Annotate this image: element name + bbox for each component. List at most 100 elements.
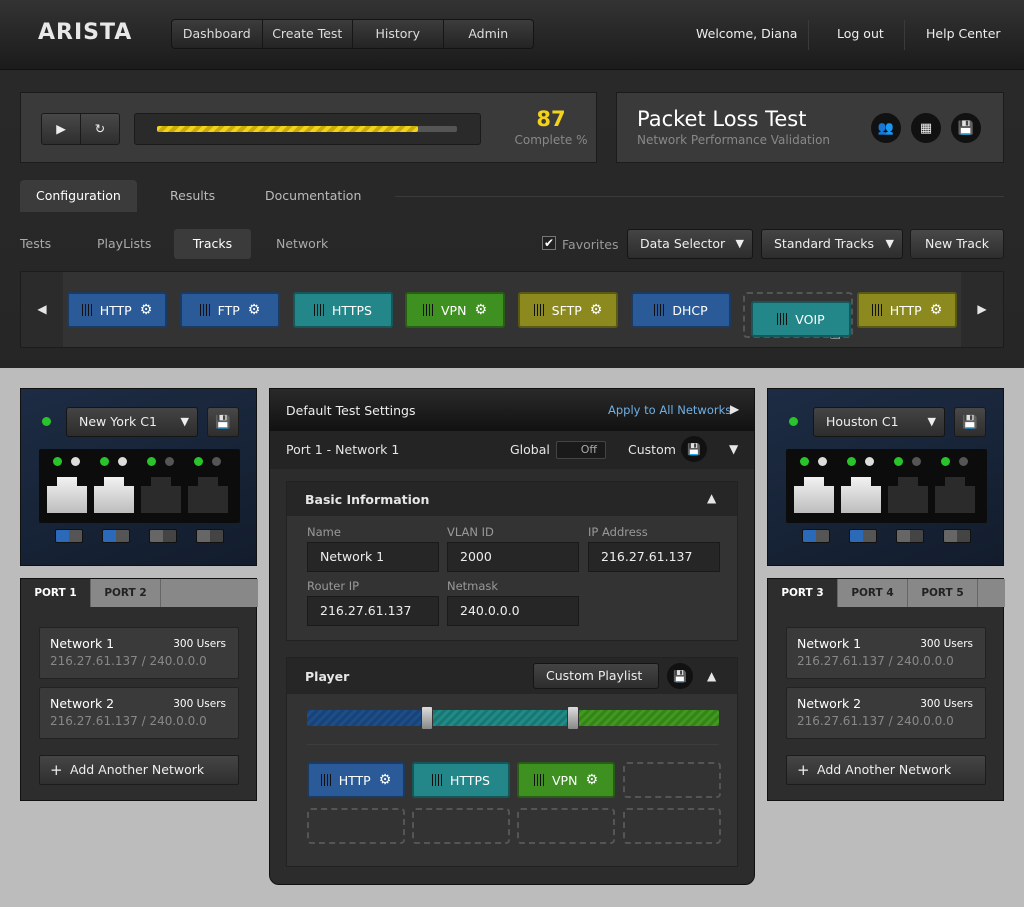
reset-button[interactable]: ↻ [80,113,120,145]
subtab-tests[interactable]: Tests [20,229,51,259]
port-tab-4[interactable]: PORT 4 [838,579,908,607]
port-switch[interactable] [849,529,877,543]
track-chip[interactable]: VPN ⚙ [405,292,505,328]
track-chip[interactable]: HTTPS [293,292,393,328]
tab-results[interactable]: Results [154,180,231,212]
subtab-network[interactable]: Network [276,229,328,259]
player-track-chip[interactable]: HTTP ⚙ [307,762,405,798]
save-test-button[interactable]: 💾 [951,113,981,143]
port-switch[interactable] [802,529,830,543]
gear-icon[interactable]: ⚙ [474,302,487,318]
track-chip[interactable]: DHCP [631,292,731,328]
playlist-dropdown[interactable]: Custom Playlist [533,663,659,689]
port-switch[interactable] [149,529,177,543]
gear-icon[interactable]: ⚙ [248,302,261,318]
caret-up-icon[interactable]: ▲ [707,669,716,683]
track-chip[interactable]: FTP ⚙ [180,292,280,328]
nav-create-test[interactable]: Create Test [263,20,353,48]
gear-icon[interactable]: ⚙ [585,772,598,788]
subtab-tracks[interactable]: Tracks [174,229,251,259]
netmask-field[interactable]: 240.0.0.0 [447,596,579,626]
port-switch[interactable] [896,529,924,543]
add-network-label: Add Another Network [817,762,952,777]
player-timeline[interactable] [307,706,719,730]
network-card[interactable]: Network 1 300 Users 216.27.61.137 / 240.… [39,627,239,679]
add-network-button[interactable]: + Add Another Network [786,755,986,785]
port-switch[interactable] [943,529,971,543]
ethernet-port [888,477,928,513]
empty-track-slot[interactable] [517,808,615,844]
nav-dashboard[interactable]: Dashboard [172,20,263,48]
scroll-left-button[interactable]: ◀ [21,272,63,347]
port-tab-3[interactable]: PORT 3 [768,579,838,607]
scroll-right-button[interactable]: ▶ [961,272,1003,347]
calendar-button[interactable]: ▦ [911,113,941,143]
empty-track-slot[interactable] [623,808,721,844]
save-custom-button[interactable]: 💾 [681,436,707,462]
save-icon: 💾 [962,414,978,429]
player-track-chip[interactable]: HTTPS [412,762,510,798]
ip-field[interactable]: 216.27.61.137 [588,542,720,572]
track-chip[interactable]: SFTP ⚙ [518,292,618,328]
favorites-checkbox[interactable]: ✔ [542,236,556,250]
gear-icon[interactable]: ⚙ [140,302,153,318]
port-switch[interactable] [55,529,83,543]
users-button[interactable]: 👥 [871,113,901,143]
status-led [42,417,51,426]
empty-track-slot[interactable] [412,808,510,844]
save-switch-button[interactable]: 💾 [954,407,986,437]
play-button[interactable]: ▶ [41,113,81,145]
track-chip[interactable]: HTTP ⚙ [67,292,167,328]
port-switch[interactable] [102,529,130,543]
router-ip-field[interactable]: 216.27.61.137 [307,596,439,626]
apply-all-link[interactable]: Apply to All Networks [608,403,731,417]
gear-icon[interactable]: ⚙ [590,302,603,318]
caret-down-icon[interactable]: ▼ [729,442,738,456]
gear-icon[interactable]: ⚙ [930,302,943,318]
new-track-button[interactable]: New Track [910,229,1004,259]
ethernet-port [794,477,834,513]
network-card[interactable]: Network 2 300 Users 216.27.61.137 / 240.… [39,687,239,739]
data-selector-dropdown[interactable]: Data Selector ▼ [627,229,753,259]
port-tab-2[interactable]: PORT 2 [91,579,161,607]
track-chip[interactable]: VOIP [751,301,851,337]
track-chip[interactable]: HTTP ⚙ [857,292,957,328]
welcome-text: Welcome, Diana [696,26,798,41]
vlan-field[interactable]: 2000 [447,542,579,572]
tab-configuration[interactable]: Configuration [20,180,137,212]
timeline-handle[interactable] [567,706,579,730]
location-dropdown[interactable]: New York C1 ▼ [66,407,198,437]
save-switch-button[interactable]: 💾 [207,407,239,437]
standard-tracks-dropdown[interactable]: Standard Tracks ▼ [761,229,903,259]
save-playlist-button[interactable]: 💾 [667,663,693,689]
tab-documentation[interactable]: Documentation [249,180,377,212]
track-label: VPN [551,772,578,788]
network-users: 300 Users [173,698,226,710]
add-network-button[interactable]: + Add Another Network [39,755,239,785]
logout-link[interactable]: Log out [837,26,884,41]
nav-admin[interactable]: Admin [444,20,534,48]
name-field[interactable]: Network 1 [307,542,439,572]
location-dropdown[interactable]: Houston C1 ▼ [813,407,945,437]
player-track-chip[interactable]: VPN ⚙ [517,762,615,798]
caret-down-icon: ▼ [927,415,936,428]
empty-track-slot[interactable] [307,808,405,844]
help-center-link[interactable]: Help Center [926,26,1001,41]
timeline-handle[interactable] [421,706,433,730]
arrow-right-icon: ▶ [730,402,740,416]
port-led [165,457,174,466]
port-tab-5[interactable]: PORT 5 [908,579,978,607]
subtab-playlists[interactable]: PlayLists [97,229,151,259]
nav-history[interactable]: History [353,20,444,48]
port-tab-1[interactable]: PORT 1 [21,579,91,607]
empty-track-slot[interactable] [623,762,721,798]
network-card[interactable]: Network 2 300 Users 216.27.61.137 / 240.… [786,687,986,739]
ethernet-port [841,477,881,513]
network-users: 300 Users [173,638,226,650]
progress-track [157,126,457,132]
network-card[interactable]: Network 1 300 Users 216.27.61.137 / 240.… [786,627,986,679]
port-switch[interactable] [196,529,224,543]
gear-icon[interactable]: ⚙ [379,772,392,788]
global-toggle[interactable]: Off [556,441,606,459]
basic-info-header[interactable]: Basic Information ▲ [287,482,737,516]
